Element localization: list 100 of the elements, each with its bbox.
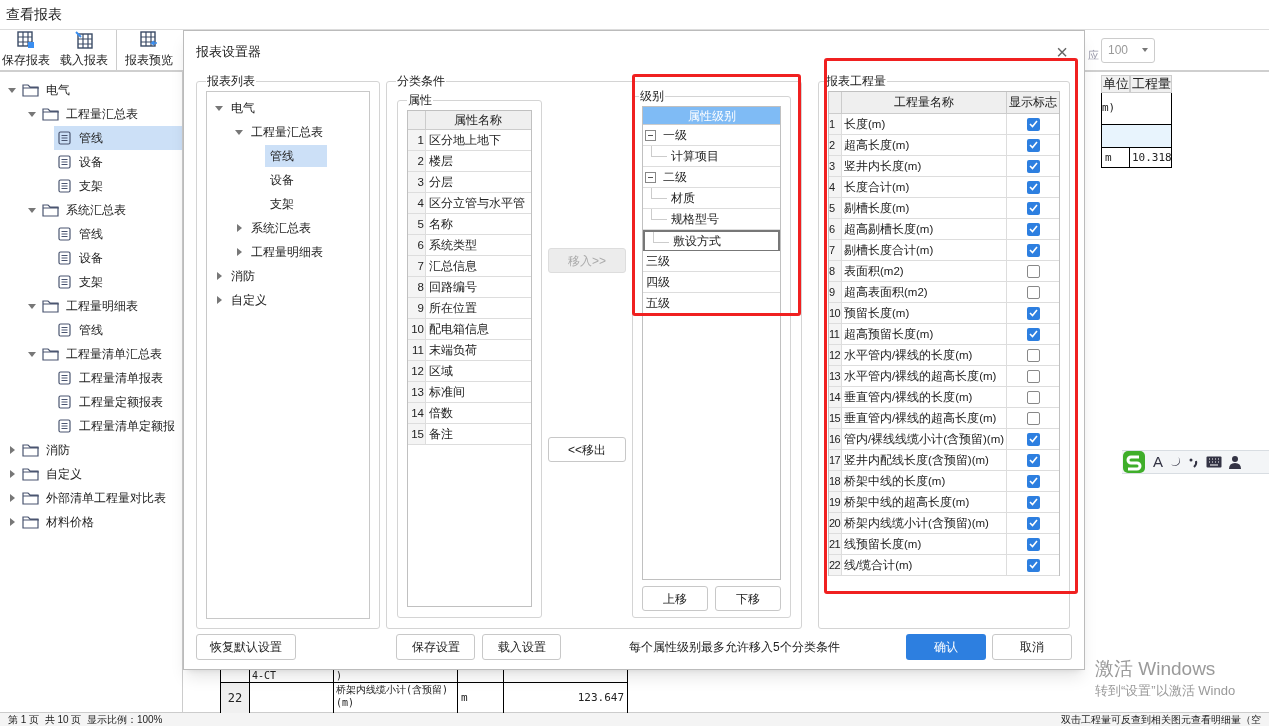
cancel-button[interactable]: 取消: [992, 634, 1072, 660]
tree-item[interactable]: 设备: [54, 246, 182, 270]
tree-item[interactable]: 管线: [54, 126, 182, 150]
collapsed-arrow-icon[interactable]: [215, 272, 223, 280]
tree-item[interactable]: 工程量清单汇总表: [42, 342, 166, 366]
checkbox[interactable]: [1026, 516, 1040, 530]
toolbar-button[interactable]: 报表预览: [116, 30, 181, 70]
checkbox[interactable]: [1026, 327, 1040, 341]
punctuation-icon[interactable]: [1189, 456, 1199, 468]
tree-item[interactable]: 管线: [54, 222, 182, 246]
collapsed-arrow-icon[interactable]: [8, 470, 16, 478]
collapsed-arrow-icon[interactable]: [8, 518, 16, 526]
collapsed-arrow-icon[interactable]: [235, 248, 243, 256]
checkbox[interactable]: [1026, 390, 1040, 404]
tree-item[interactable]: 一级: [662, 126, 688, 144]
checkbox[interactable]: [1026, 306, 1040, 320]
reset-defaults-button[interactable]: 恢复默认设置: [196, 634, 296, 660]
expanded-arrow-icon[interactable]: [28, 302, 36, 310]
tree-item[interactable]: 电气: [22, 78, 74, 102]
move-out-button[interactable]: <<移出: [547, 437, 626, 462]
tree-item[interactable]: 支架: [54, 174, 182, 198]
table-cell[interactable]: 回路编号: [426, 277, 531, 298]
table-cell[interactable]: 汇总信息: [426, 256, 531, 277]
table-cell[interactable]: 倍数: [426, 403, 531, 424]
input-mode-toggle[interactable]: A: [1153, 450, 1163, 474]
expanded-arrow-icon[interactable]: [28, 206, 36, 214]
tree-item[interactable]: 设备: [265, 169, 327, 191]
close-button[interactable]: ×: [1052, 42, 1072, 62]
table-cell[interactable]: 楼层: [426, 151, 531, 172]
keyboard-icon[interactable]: [1206, 456, 1222, 468]
input-method-logo-icon[interactable]: [1122, 450, 1146, 474]
tree-item[interactable]: 消防: [229, 265, 257, 287]
tree-item[interactable]: 三级: [645, 252, 671, 270]
tree-item[interactable]: 支架: [54, 270, 182, 294]
checkbox[interactable]: [1026, 453, 1040, 467]
expanded-arrow-icon[interactable]: [28, 110, 36, 118]
checkbox[interactable]: [1026, 432, 1040, 446]
tree-item[interactable]: 五级: [645, 294, 671, 312]
tree-item[interactable]: 二级: [662, 168, 688, 186]
toolbar-button[interactable]: 保存报表: [0, 30, 52, 70]
tree-item[interactable]: 系统汇总表: [42, 198, 130, 222]
move-button[interactable]: 下移: [715, 586, 781, 611]
checkbox[interactable]: [1026, 159, 1040, 173]
tree-item[interactable]: 支架: [265, 193, 327, 215]
checkbox[interactable]: [1026, 348, 1040, 362]
table-cell[interactable]: 区域: [426, 361, 531, 382]
save-settings-button[interactable]: 保存设置: [396, 634, 475, 660]
tree-item[interactable]: 管线: [265, 145, 327, 167]
tree-item[interactable]: 管线: [54, 318, 182, 342]
tree-item[interactable]: 消防: [22, 438, 74, 462]
table-cell[interactable]: 标准间: [426, 382, 531, 403]
tree-item[interactable]: 自定义: [229, 289, 269, 311]
table-cell[interactable]: 所在位置: [426, 298, 531, 319]
table-cell[interactable]: 名称: [426, 214, 531, 235]
checkbox[interactable]: [1026, 138, 1040, 152]
tree-item[interactable]: 计算项目: [671, 147, 719, 165]
tree-item[interactable]: 材质: [671, 189, 695, 207]
tree-item[interactable]: 规格型号: [671, 210, 719, 228]
tree-item[interactable]: 工程量清单报表: [54, 366, 182, 390]
collapse-icon[interactable]: [645, 129, 656, 141]
expanded-arrow-icon[interactable]: [235, 128, 243, 136]
collapsed-arrow-icon[interactable]: [8, 494, 16, 502]
checkbox[interactable]: [1026, 369, 1040, 383]
tree-item[interactable]: 系统汇总表: [249, 217, 313, 239]
collapsed-arrow-icon[interactable]: [8, 446, 16, 454]
table-cell[interactable]: 配电箱信息: [426, 319, 531, 340]
tree-item[interactable]: 工程量明细表: [249, 241, 325, 263]
table-cell[interactable]: 分层: [426, 172, 531, 193]
moon-icon[interactable]: [1170, 456, 1182, 468]
tree-item[interactable]: 四级: [645, 273, 671, 291]
checkbox[interactable]: [1026, 537, 1040, 551]
table-cell[interactable]: 区分立管与水平管: [426, 193, 531, 214]
tree-item[interactable]: 外部清单工程量对比表: [22, 486, 170, 510]
move-button[interactable]: 上移: [642, 586, 708, 611]
checkbox[interactable]: [1026, 495, 1040, 509]
tree-item[interactable]: 设备: [54, 150, 182, 174]
tree-item[interactable]: 工程量清单定额报: [54, 414, 182, 438]
checkbox[interactable]: [1026, 474, 1040, 488]
checkbox[interactable]: [1026, 285, 1040, 299]
checkbox[interactable]: [1026, 201, 1040, 215]
collapsed-arrow-icon[interactable]: [215, 296, 223, 304]
table-cell[interactable]: 末端负荷: [426, 340, 531, 361]
person-icon[interactable]: [1229, 455, 1241, 469]
expanded-arrow-icon[interactable]: [8, 86, 16, 94]
table-cell[interactable]: 备注: [426, 424, 531, 445]
tree-item[interactable]: 工程量汇总表: [42, 102, 142, 126]
checkbox[interactable]: [1026, 180, 1040, 194]
tree-item[interactable]: 自定义: [22, 462, 86, 486]
checkbox[interactable]: [1026, 558, 1040, 572]
tree-item[interactable]: 工程量定额报表: [54, 390, 182, 414]
load-settings-button[interactable]: 载入设置: [482, 634, 561, 660]
expanded-arrow-icon[interactable]: [215, 104, 223, 112]
checkbox[interactable]: [1026, 411, 1040, 425]
confirm-button[interactable]: 确认: [906, 634, 986, 660]
collapse-icon[interactable]: [645, 171, 656, 183]
collapsed-arrow-icon[interactable]: [235, 224, 243, 232]
checkbox[interactable]: [1026, 222, 1040, 236]
tree-item[interactable]: 电气: [229, 97, 257, 119]
checkbox[interactable]: [1026, 264, 1040, 278]
table-cell[interactable]: 区分地上地下: [426, 130, 531, 151]
